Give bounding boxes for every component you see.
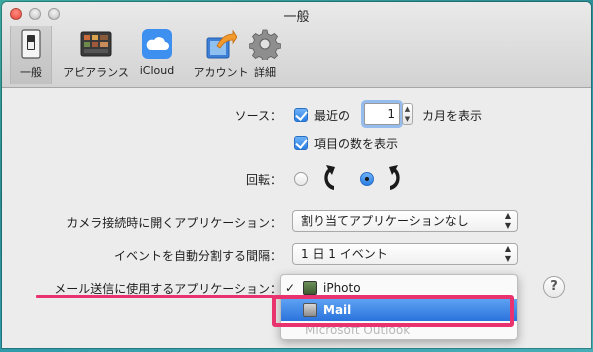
item-count-label: 項目の数を表示 — [314, 137, 399, 151]
general-switch-icon — [15, 28, 47, 60]
preferences-window: 一般 一般 アピアランス iCloud アカウント 詳細 ソース： 最近の 1 … — [2, 2, 591, 348]
rotate-left-icon — [320, 162, 340, 192]
tab-advanced-label: 詳細 — [254, 66, 276, 79]
event-split-popup[interactable]: 1 日 1 イベント ▲ ▼ — [292, 243, 518, 265]
item-count-checkbox[interactable] — [294, 136, 308, 150]
rotate-right-radio[interactable] — [360, 172, 374, 186]
tab-account-label: アカウント — [193, 66, 249, 79]
tab-appearance-label: アピアランス — [63, 66, 129, 79]
popup-arrows-icon: ▲ ▼ — [504, 211, 512, 230]
stepper-down-icon[interactable]: ▼ — [405, 115, 410, 123]
rotate-left-radio[interactable] — [294, 172, 308, 186]
recent-checkbox[interactable] — [294, 108, 308, 122]
recent-suffix: カ月を表示 — [422, 109, 483, 123]
recent-months-stepper[interactable]: ▲ ▼ — [402, 103, 413, 125]
rotation-label: 回転： — [245, 173, 282, 187]
recent-label: 最近の — [314, 109, 351, 123]
annotation-underline — [36, 295, 274, 298]
recent-months-field[interactable]: 1 — [364, 103, 400, 125]
camera-app-popup[interactable]: 割り当てアプリケーションなし ▲ ▼ — [292, 210, 518, 232]
appearance-icon — [80, 28, 112, 60]
toolbar: 一般 一般 アピアランス iCloud アカウント 詳細 — [2, 2, 591, 88]
icloud-icon — [141, 28, 173, 60]
stepper-up-icon[interactable]: ▲ — [405, 105, 410, 113]
account-icon — [205, 28, 238, 60]
tab-general[interactable]: 一般 — [10, 26, 52, 84]
tab-general-label: 一般 — [20, 66, 42, 79]
camera-app-label: カメラ接続時に開くアプリケーション： — [66, 216, 282, 230]
rotate-right-icon — [384, 162, 404, 192]
tab-appearance[interactable]: アピアランス — [62, 26, 130, 84]
tab-advanced[interactable]: 詳細 — [246, 26, 284, 84]
general-pane: ソース： 最近の 1 ▲ ▼ カ月を表示 項目の数を表示 回転： カメラ接続時に… — [2, 88, 591, 348]
tab-icloud[interactable]: iCloud — [134, 26, 180, 84]
tab-account[interactable]: アカウント — [188, 26, 254, 84]
annotation-highlight-box — [272, 295, 514, 327]
tab-icloud-label: iCloud — [139, 64, 175, 77]
help-button[interactable]: ? — [543, 276, 565, 298]
gear-icon — [248, 28, 282, 63]
window-title: 一般 — [283, 10, 310, 25]
source-label: ソース： — [234, 109, 282, 123]
event-split-label: イベントを自動分割する間隔： — [113, 249, 282, 263]
iphoto-icon — [303, 281, 317, 295]
popup-arrows-icon: ▲ ▼ — [504, 244, 512, 263]
